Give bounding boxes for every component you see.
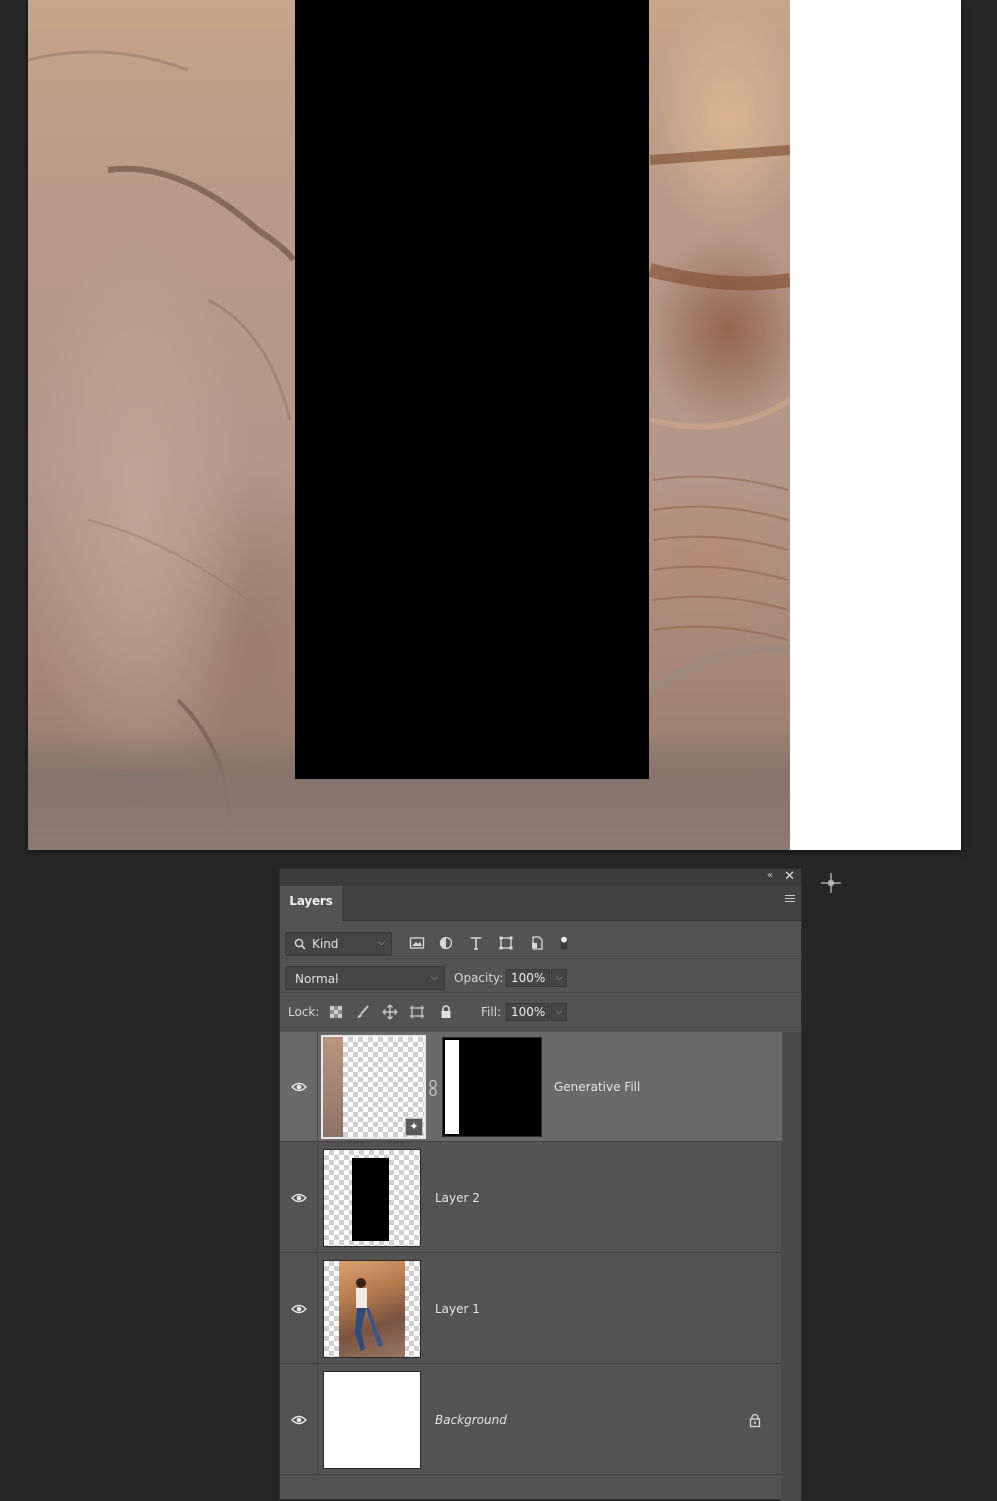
thumbnail-black-shape — [352, 1158, 389, 1241]
panel-tabbar: Layers — [280, 886, 801, 921]
thumbnail-photo — [339, 1261, 405, 1357]
link-icon[interactable] — [428, 1079, 438, 1097]
layer-thumbnail[interactable] — [323, 1149, 421, 1247]
eye-icon[interactable] — [291, 1081, 307, 1093]
image-filter-icon[interactable] — [408, 934, 426, 952]
layer-thumbnail[interactable] — [323, 1371, 421, 1469]
opacity-dropdown-button[interactable]: ⌵ — [551, 969, 567, 987]
layer-name[interactable]: Background — [435, 1413, 507, 1427]
blend-row: Normal ⌵ Opacity: 100% ⌵ — [280, 960, 801, 993]
eye-icon[interactable] — [291, 1303, 307, 1315]
layer-thumbnail[interactable]: ✦ — [321, 1035, 426, 1139]
filter-toggle-icon[interactable] — [555, 934, 573, 952]
eye-icon[interactable] — [291, 1192, 307, 1204]
close-icon[interactable]: ✕ — [784, 869, 795, 884]
fill-label: Fill: — [481, 1005, 502, 1019]
chevron-down-icon: ⌵ — [431, 973, 438, 983]
double-chevron-left-icon[interactable]: « — [767, 870, 773, 881]
opacity-field[interactable]: 100% — [506, 969, 550, 987]
visibility-column — [280, 1365, 318, 1474]
lock-icon[interactable] — [748, 1413, 762, 1428]
layer-name[interactable]: Generative Fill — [554, 1080, 640, 1094]
filter-kind-label: Kind — [312, 937, 339, 951]
visibility-column — [280, 1143, 318, 1252]
lock-position-icon[interactable] — [382, 1004, 398, 1020]
filter-row: Kind ⌵ — [280, 923, 801, 959]
layers-panel: « ✕ Layers Kind ⌵ Normal ⌵ Opacity: 100%… — [279, 868, 802, 1501]
opacity-label: Opacity: — [454, 971, 504, 985]
chevron-down-icon: ⌵ — [378, 938, 385, 948]
layer-row-layer-2[interactable]: Layer 2 — [280, 1143, 782, 1253]
layer-row-background[interactable]: Background — [280, 1365, 782, 1475]
smart-object-filter-icon[interactable] — [528, 934, 546, 952]
tab-layers[interactable]: Layers — [280, 886, 342, 921]
lock-artboard-icon[interactable] — [409, 1004, 425, 1020]
layer-row-generative-fill[interactable]: ✦ Generative Fill — [280, 1032, 782, 1142]
mask-white-strip — [445, 1040, 459, 1134]
thumbnail-image-strip — [323, 1037, 343, 1137]
type-filter-icon[interactable] — [467, 934, 485, 952]
search-icon — [294, 938, 306, 950]
layers-scrollbar[interactable] — [781, 1032, 801, 1501]
shape-filter-icon[interactable] — [497, 934, 515, 952]
panel-menu-icon[interactable] — [785, 895, 795, 904]
visibility-column — [280, 1254, 318, 1363]
blend-mode-select[interactable]: Normal ⌵ — [285, 966, 445, 990]
visibility-column — [280, 1032, 318, 1141]
lock-label: Lock: — [288, 1005, 320, 1019]
lock-image-pixels-icon[interactable] — [355, 1004, 371, 1020]
fill-dropdown-button[interactable]: ⌵ — [551, 1003, 567, 1021]
generative-sparkle-icon: ✦ — [405, 1118, 423, 1136]
layer-thumbnail[interactable] — [323, 1260, 421, 1358]
document-canvas[interactable] — [28, 0, 961, 850]
eye-icon[interactable] — [291, 1414, 307, 1426]
lock-transparent-pixels-icon[interactable] — [328, 1004, 344, 1020]
panel-titlebar: « ✕ — [280, 869, 801, 886]
lock-all-icon[interactable] — [438, 1004, 454, 1020]
blend-mode-label: Normal — [295, 972, 339, 986]
fill-field[interactable]: 100% — [506, 1003, 550, 1021]
layer-row-layer-1[interactable]: Layer 1 — [280, 1254, 782, 1364]
layer-mask-thumbnail[interactable] — [442, 1037, 542, 1137]
layer-name[interactable]: Layer 2 — [435, 1191, 480, 1205]
person-figure — [355, 1278, 383, 1351]
adjustment-filter-icon[interactable] — [437, 934, 455, 952]
black-fill-shape — [295, 0, 649, 779]
lock-row: Lock: Fill: 100% ⌵ — [280, 994, 801, 1028]
crosshair-cursor-icon — [821, 873, 841, 893]
filter-kind-select[interactable]: Kind ⌵ — [285, 932, 392, 956]
layer-name[interactable]: Layer 1 — [435, 1302, 480, 1316]
